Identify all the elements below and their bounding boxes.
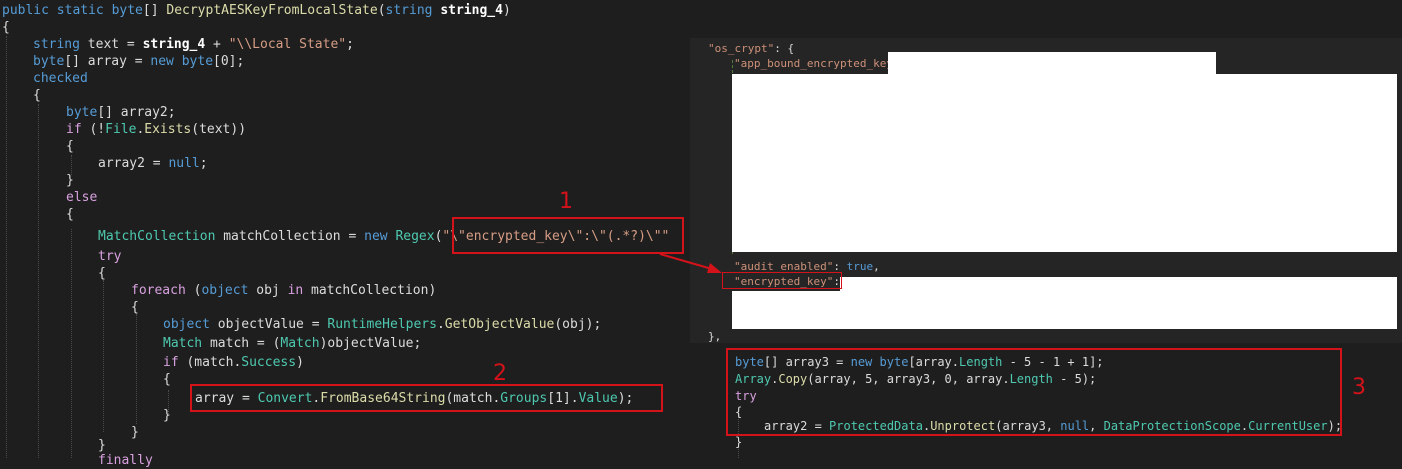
indent-guide <box>71 229 72 458</box>
redacted-block <box>732 291 840 329</box>
annotation-box-encrypted-key <box>722 272 842 289</box>
annotation-box-2 <box>190 384 663 412</box>
annotation-label-1: 1 <box>559 189 573 214</box>
redacted-block <box>732 74 1397 252</box>
json-line-os-crypt: "os_crypt": { <box>708 42 795 55</box>
code-line: byte[] array = new byte[0]; <box>33 54 245 69</box>
code-line: } <box>163 408 171 423</box>
code-line: } <box>735 435 743 449</box>
code-line: finally <box>98 453 153 468</box>
code-line: string text = string_4 + "\\Local State"… <box>33 37 354 52</box>
code-line: { <box>66 207 74 222</box>
code-line: byte[] array2; <box>66 105 176 120</box>
json-line-close: }, <box>708 330 722 343</box>
indent-guide <box>136 314 137 424</box>
code-line: { <box>163 372 171 387</box>
code-line: { <box>33 88 41 103</box>
annotation-box-1 <box>452 217 684 254</box>
redacted-block <box>840 277 1397 329</box>
annotation-label-3: 3 <box>1352 375 1366 400</box>
code-line: { <box>66 139 74 154</box>
code-line: { <box>98 266 106 281</box>
code-line: try <box>98 249 122 264</box>
code-line: array2 = null; <box>98 156 208 171</box>
code-line: Match match = (Match)objectValue; <box>163 336 422 351</box>
code-line: if (!File.Exists(text)) <box>66 122 247 137</box>
code-line: checked <box>33 71 88 86</box>
code-line: if (match.Success) <box>163 355 304 370</box>
json-line-app-bound-key: "app_bound_encrypted_key": <box>734 57 906 70</box>
annotation-box-3 <box>726 348 1342 436</box>
indent-guide <box>38 104 39 458</box>
redacted-block <box>888 52 1216 74</box>
code-line: } <box>66 173 74 188</box>
indent-guide <box>6 36 7 458</box>
code-line: { <box>131 300 139 315</box>
code-line: { <box>2 20 10 35</box>
code-line: object objectValue = RuntimeHelpers.GetO… <box>163 317 602 332</box>
local-state-json-pane: "os_crypt": { "app_bound_encrypted_key":… <box>690 38 1402 343</box>
code-line: } <box>131 425 139 440</box>
annotation-label-2: 2 <box>493 361 507 386</box>
code-line: public static byte[] DecryptAESKeyFromLo… <box>2 3 511 18</box>
indent-guide <box>103 280 104 432</box>
code-line: else <box>66 190 98 205</box>
code-line: foreach (object obj in matchCollection) <box>131 283 437 298</box>
